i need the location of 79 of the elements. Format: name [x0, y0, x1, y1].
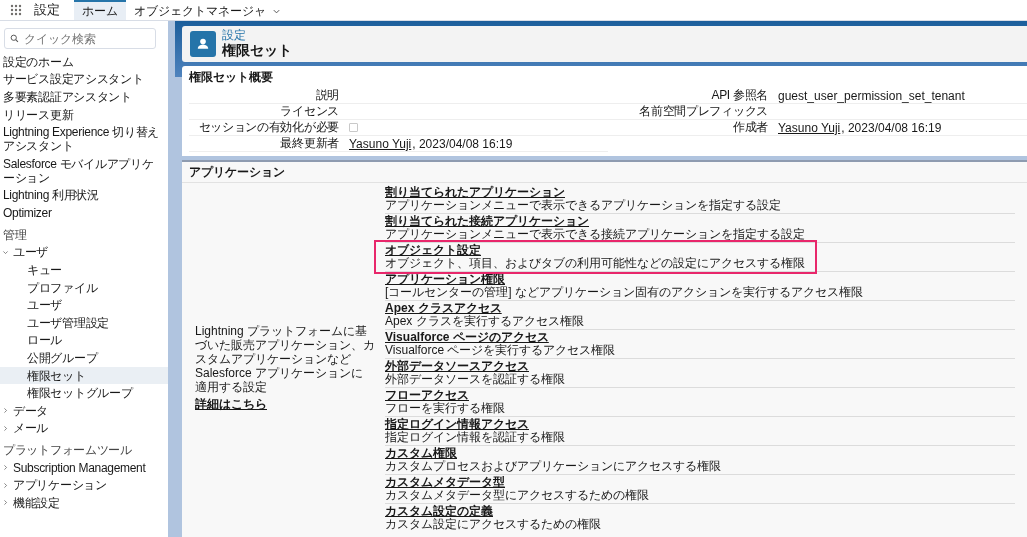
sidebar-item[interactable]: Lightning Experience 切り替えアシスタント — [0, 123, 168, 155]
sidebar-item[interactable]: 設定のホーム — [0, 53, 168, 71]
setting-link[interactable]: 割り当てられた接続アプリケーション — [385, 215, 589, 228]
field-value: guest_user_permission_set_tenant — [778, 88, 965, 103]
chevron-right-icon — [2, 464, 9, 472]
checkbox[interactable] — [349, 123, 358, 132]
setting-description: Apex クラスを実行するアクセス権限 — [385, 315, 584, 328]
sidebar-item[interactable]: ユーザ — [0, 296, 168, 314]
section-description: Lightning プラットフォームに基づいた販売アプリケーション、カスタムアプリケーションなど Salesforce アプリケーションに適用する設定 — [195, 324, 375, 394]
setting-link[interactable]: 指定ログイン情報アクセス — [385, 418, 529, 431]
setting-link[interactable]: オブジェクト設定 — [385, 244, 481, 257]
sidebar-item[interactable]: 公開グループ — [0, 349, 168, 367]
sidebar-group[interactable]: アプリケーション — [0, 476, 168, 495]
setting-link[interactable]: Apex クラスアクセス — [385, 302, 502, 315]
breadcrumb-link[interactable]: 設定 — [222, 29, 292, 42]
user-link[interactable]: Yasuno Yuji — [778, 120, 841, 135]
setting-description: カスタム設定にアクセスするための権限 — [385, 518, 601, 531]
user-link[interactable]: Yasuno Yuji — [349, 136, 412, 151]
setting-description: オブジェクト、項目、およびタブの利用可能性などの設定にアクセスする権限 — [385, 257, 805, 270]
sidebar-item[interactable]: ユーザ管理設定 — [0, 313, 168, 332]
setting-description: アプリケーションメニューで表示できるアプリケーションを指定する設定 — [385, 199, 781, 212]
search-field[interactable]: クイック検索 — [4, 28, 156, 49]
chevron-right-icon — [2, 424, 9, 432]
sidebar-item[interactable]: 多要素認証アシスタント — [0, 88, 168, 106]
field-label: 最終更新者 — [279, 136, 340, 151]
nav-tab[interactable]: ホーム — [74, 0, 126, 20]
sidebar-group[interactable]: Subscription Management — [0, 458, 168, 477]
field-label: 説明 — [314, 88, 340, 103]
sidebar-item[interactable]: Optimizer — [0, 204, 168, 222]
setting-link[interactable]: 割り当てられたアプリケーション — [385, 186, 565, 199]
search-icon — [10, 34, 19, 43]
setting-link[interactable]: カスタムメタデータ型 — [385, 476, 505, 489]
field-label: ライセンス — [279, 104, 340, 119]
sidebar-group[interactable]: メール — [0, 419, 168, 438]
nav-tab[interactable]: オブジェクトマネージャ — [126, 0, 289, 20]
setting-description: [コールセンターの管理] などアプリケーション固有のアクションを実行するアクセス権限 — [385, 286, 863, 299]
sidebar-section: 管理 — [0, 221, 168, 244]
sidebar-group[interactable]: 機能設定 — [0, 494, 168, 512]
page-title: 権限セット — [222, 42, 292, 59]
sidebar-item[interactable]: 権限セットグループ — [0, 384, 168, 402]
sidebar-item[interactable]: Salesforce モバイルアプリケーション — [0, 154, 168, 187]
setting-description: カスタムプロセスおよびアプリケーションにアクセスする権限 — [385, 460, 721, 473]
chevron-right-icon — [2, 499, 9, 507]
app-title: 設定 — [34, 1, 60, 19]
sidebar-item[interactable]: ロール — [0, 331, 168, 350]
setting-description: 指定ログイン情報を認証する権限 — [385, 431, 565, 444]
chevron-down-icon — [2, 248, 9, 256]
setting-description: アプリケーションメニューで表示できる接続アプリケーションを指定する設定 — [385, 228, 805, 241]
chevron-right-icon — [2, 481, 9, 489]
date-text: , 2023/04/08 16:19 — [841, 120, 942, 135]
section-title: 権限セット概要 — [189, 69, 274, 86]
field-label: API 参照名 — [710, 88, 769, 103]
sidebar-section: プラットフォームツール — [0, 437, 168, 459]
setting-link[interactable]: カスタム設定の定義 — [385, 505, 493, 518]
sidebar-group[interactable]: ユーザ — [0, 243, 168, 262]
field-label: セッションの有効化が必要 — [197, 120, 340, 135]
section-title: アプリケーション — [189, 163, 285, 181]
setting-link[interactable]: Visualforce ページのアクセス — [385, 331, 549, 344]
learn-more-link[interactable]: 詳細はこちら — [195, 396, 267, 413]
setting-description: 外部データソースを認証する権限 — [385, 373, 565, 386]
app-launcher-icon[interactable] — [10, 4, 22, 16]
setting-description: フローを実行する権限 — [385, 402, 505, 415]
setting-link[interactable]: フローアクセス — [385, 389, 469, 402]
user-icon — [190, 31, 216, 57]
sidebar-item[interactable]: リリース更新 — [0, 105, 168, 124]
field-label: 作成者 — [731, 120, 769, 135]
date-text: , 2023/04/08 16:19 — [412, 136, 513, 151]
setting-description: Visualforce ページを実行するアクセス権限 — [385, 344, 616, 357]
setting-link[interactable]: カスタム権限 — [385, 447, 457, 460]
sidebar-item[interactable]: 権限セット — [0, 366, 168, 385]
sidebar-item[interactable]: Lightning 利用状況 — [0, 186, 168, 205]
sidebar-item[interactable]: サービス設定アシスタント — [0, 70, 168, 89]
setting-link[interactable]: 外部データソースアクセス — [385, 360, 529, 373]
setting-description: カスタムメタデータ型にアクセスするための権限 — [385, 489, 649, 502]
sidebar-item[interactable]: プロファイル — [0, 278, 168, 297]
sidebar-item[interactable]: キュー — [0, 261, 168, 279]
field-label: 名前空間プレフィックス — [638, 104, 769, 119]
chevron-right-icon — [2, 407, 9, 415]
sidebar-group[interactable]: データ — [0, 401, 168, 420]
